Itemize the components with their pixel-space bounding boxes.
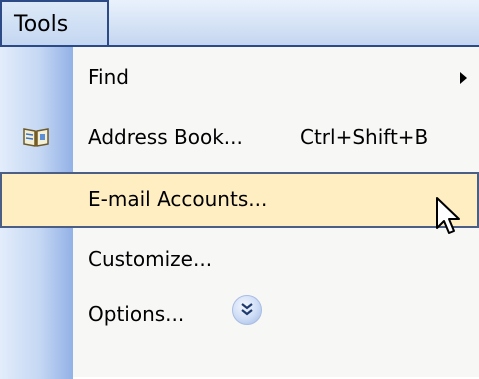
menu-item-label: E-mail Accounts... [88,187,268,211]
double-chevron-down-icon [241,303,253,316]
menu-item-customize[interactable]: Customize... [0,232,479,288]
mouse-pointer-icon [435,196,465,238]
menu-tools[interactable]: Tools [0,0,109,47]
menu-item-label: Address Book... [88,125,243,149]
menu-item-shortcut: Ctrl+Shift+B [300,125,429,149]
address-book-icon [22,126,50,148]
menu-item-find[interactable]: Find [0,50,479,106]
expand-menu-button[interactable] [232,295,262,325]
submenu-arrow-icon [460,72,467,84]
menu-item-label: Find [88,65,129,89]
tools-dropdown: Find Address Book... Ctrl+Shift+B E-mail… [0,45,479,379]
menu-bar: Tools [0,0,479,47]
menu-tools-label: Tools [14,12,69,37]
menu-item-label: Customize... [88,247,213,271]
menu-item-email-accounts[interactable]: E-mail Accounts... [0,172,479,228]
menu-item-address-book[interactable]: Address Book... Ctrl+Shift+B [0,110,479,166]
menu-item-label: Options... [88,302,185,326]
